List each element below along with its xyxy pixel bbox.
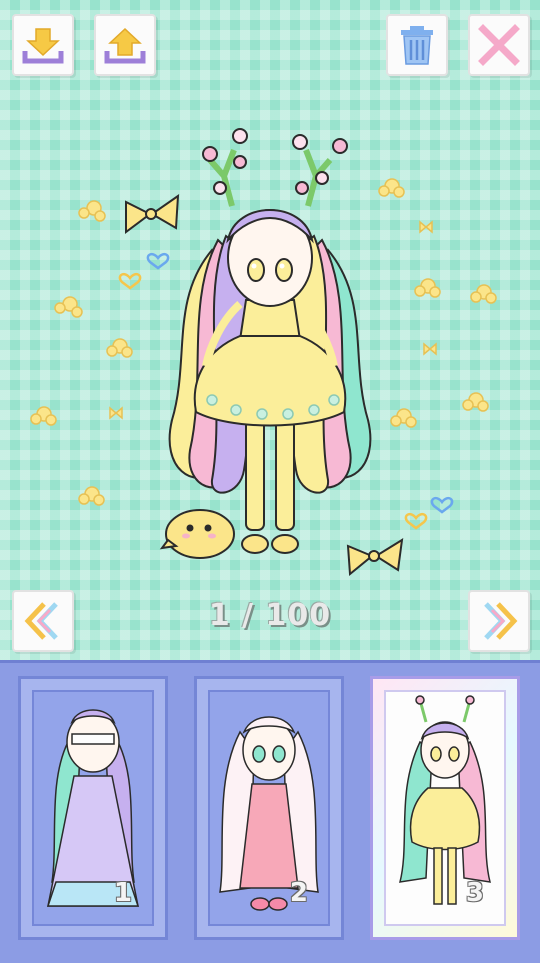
flower-icon (106, 338, 133, 358)
download-tray-icon (22, 28, 64, 64)
slot-preview: 2 (208, 690, 330, 926)
delete-button[interactable] (386, 14, 448, 76)
character-face (226, 209, 314, 307)
saved-slot-3[interactable]: 3 (370, 676, 520, 940)
character-scene (30, 128, 497, 576)
slot-preview: 1 (32, 690, 154, 926)
slot-preview: 3 (384, 690, 506, 926)
trash-can-icon (401, 26, 433, 65)
flower-icon (54, 296, 83, 318)
slot-number: 1 (113, 878, 132, 908)
outfit-thumbnail (46, 709, 140, 907)
close-x-icon (478, 24, 520, 66)
upload-tray-icon (104, 27, 146, 64)
slot-number: 2 (289, 878, 308, 908)
next-page-button[interactable] (468, 590, 530, 652)
flower-icon (78, 200, 106, 222)
saved-slot-2[interactable]: 2 (194, 676, 344, 940)
slot-number: 3 (465, 878, 484, 908)
save-button[interactable] (12, 14, 74, 76)
saved-slot-1[interactable]: 1 (18, 676, 168, 940)
antlers-headpiece (202, 128, 348, 207)
load-button[interactable] (94, 14, 156, 76)
flower-icon (414, 278, 441, 298)
flower-icon (378, 178, 405, 198)
outfit-thumbnail (398, 695, 492, 905)
page-counter: 1 / 100 (208, 598, 332, 633)
close-button[interactable] (468, 14, 530, 76)
chick-pet (159, 509, 235, 559)
flower-icon (30, 406, 57, 426)
flower-icon (78, 486, 105, 506)
flower-icon (462, 392, 489, 412)
character-legs (241, 419, 299, 554)
character-stage: 1 / 100 (0, 0, 540, 660)
double-chevron-right-icon (484, 602, 518, 640)
flower-icon (470, 284, 497, 304)
flower-icon (390, 408, 417, 428)
outfit-thumbnail (219, 716, 319, 911)
